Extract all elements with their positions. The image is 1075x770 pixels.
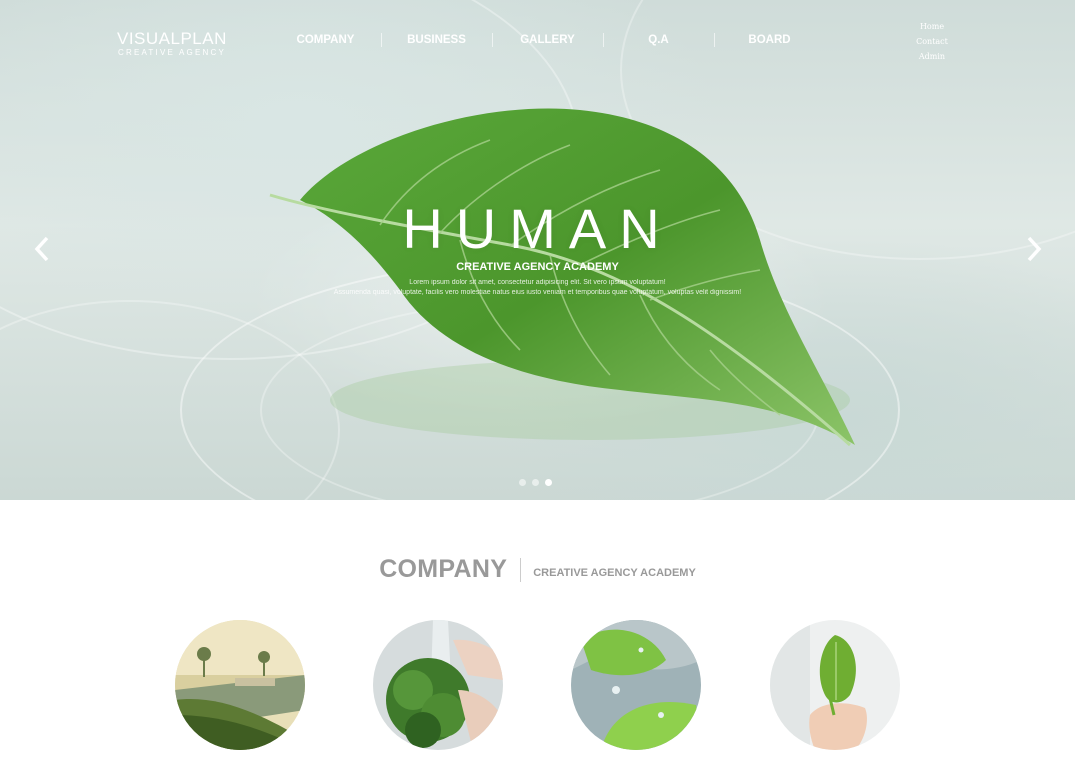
water-drop-leaf-photo bbox=[571, 620, 701, 750]
admin-link[interactable]: Admin bbox=[910, 49, 954, 64]
section-subtitle: CREATIVE AGENCY ACADEMY bbox=[533, 566, 696, 579]
nav-item-business[interactable]: BUSINESS bbox=[381, 33, 492, 47]
brand-tagline: CREATIVE AGENCY bbox=[118, 48, 226, 57]
nav-item-label: BOARD bbox=[748, 34, 791, 46]
brand-logo[interactable]: VISUALPLAN CREATIVE AGENCY bbox=[117, 30, 227, 58]
section-header: COMPANY CREATIVE AGENCY ACADEMY bbox=[0, 555, 1075, 584]
nav-item-label: Q.A bbox=[648, 34, 669, 46]
nav-item-qa[interactable]: Q.A bbox=[603, 33, 714, 47]
hero-slider: VISUALPLAN CREATIVE AGENCY COMPANY BUSIN… bbox=[0, 0, 1075, 500]
nav-divider bbox=[492, 33, 493, 47]
main-nav: COMPANY BUSINESS GALLERY Q.A BOARD bbox=[270, 33, 825, 47]
section-title: COMPANY bbox=[379, 555, 508, 583]
section-divider bbox=[520, 557, 522, 582]
brand-name: VISUALPLAN bbox=[117, 29, 227, 48]
nav-item-board[interactable]: BOARD bbox=[714, 33, 825, 47]
nav-divider bbox=[603, 33, 604, 47]
hero-description-line: Assumenda quasi, voluptate, facilis vero… bbox=[333, 289, 742, 296]
nav-item-company[interactable]: COMPANY bbox=[270, 33, 381, 47]
company-card-water-leaf[interactable] bbox=[571, 620, 701, 750]
hero-caption: HUMAN CREATIVE AGENCY ACADEMY Lorem ipsu… bbox=[0, 198, 1075, 298]
utility-links: Home Contact Admin bbox=[910, 19, 954, 64]
hero-subtitle: CREATIVE AGENCY ACADEMY bbox=[456, 261, 619, 273]
contact-link[interactable]: Contact bbox=[910, 34, 954, 49]
hero-title: HUMAN bbox=[402, 197, 673, 260]
slide-dot-2[interactable] bbox=[532, 479, 539, 486]
home-link[interactable]: Home bbox=[910, 19, 954, 34]
nav-item-gallery[interactable]: GALLERY bbox=[492, 33, 603, 47]
slide-pagination bbox=[519, 479, 558, 486]
nav-item-label: GALLERY bbox=[520, 34, 575, 46]
nav-item-label: COMPANY bbox=[296, 34, 355, 46]
nav-divider bbox=[714, 33, 715, 47]
nav-divider bbox=[381, 33, 382, 47]
slide-dot-1[interactable] bbox=[519, 479, 526, 486]
company-card-resort[interactable] bbox=[175, 620, 305, 750]
hero-description-line: Lorem ipsum dolor sit amet, consectetur … bbox=[409, 279, 666, 286]
company-card-greens[interactable] bbox=[373, 620, 503, 750]
leaf-in-hand-photo bbox=[770, 620, 900, 750]
slide-dot-3[interactable] bbox=[545, 479, 552, 486]
resort-garden-photo bbox=[175, 620, 305, 750]
washing-greens-photo bbox=[373, 620, 503, 750]
nav-item-label: BUSINESS bbox=[407, 34, 466, 46]
company-card-hand-leaf[interactable] bbox=[770, 620, 900, 750]
